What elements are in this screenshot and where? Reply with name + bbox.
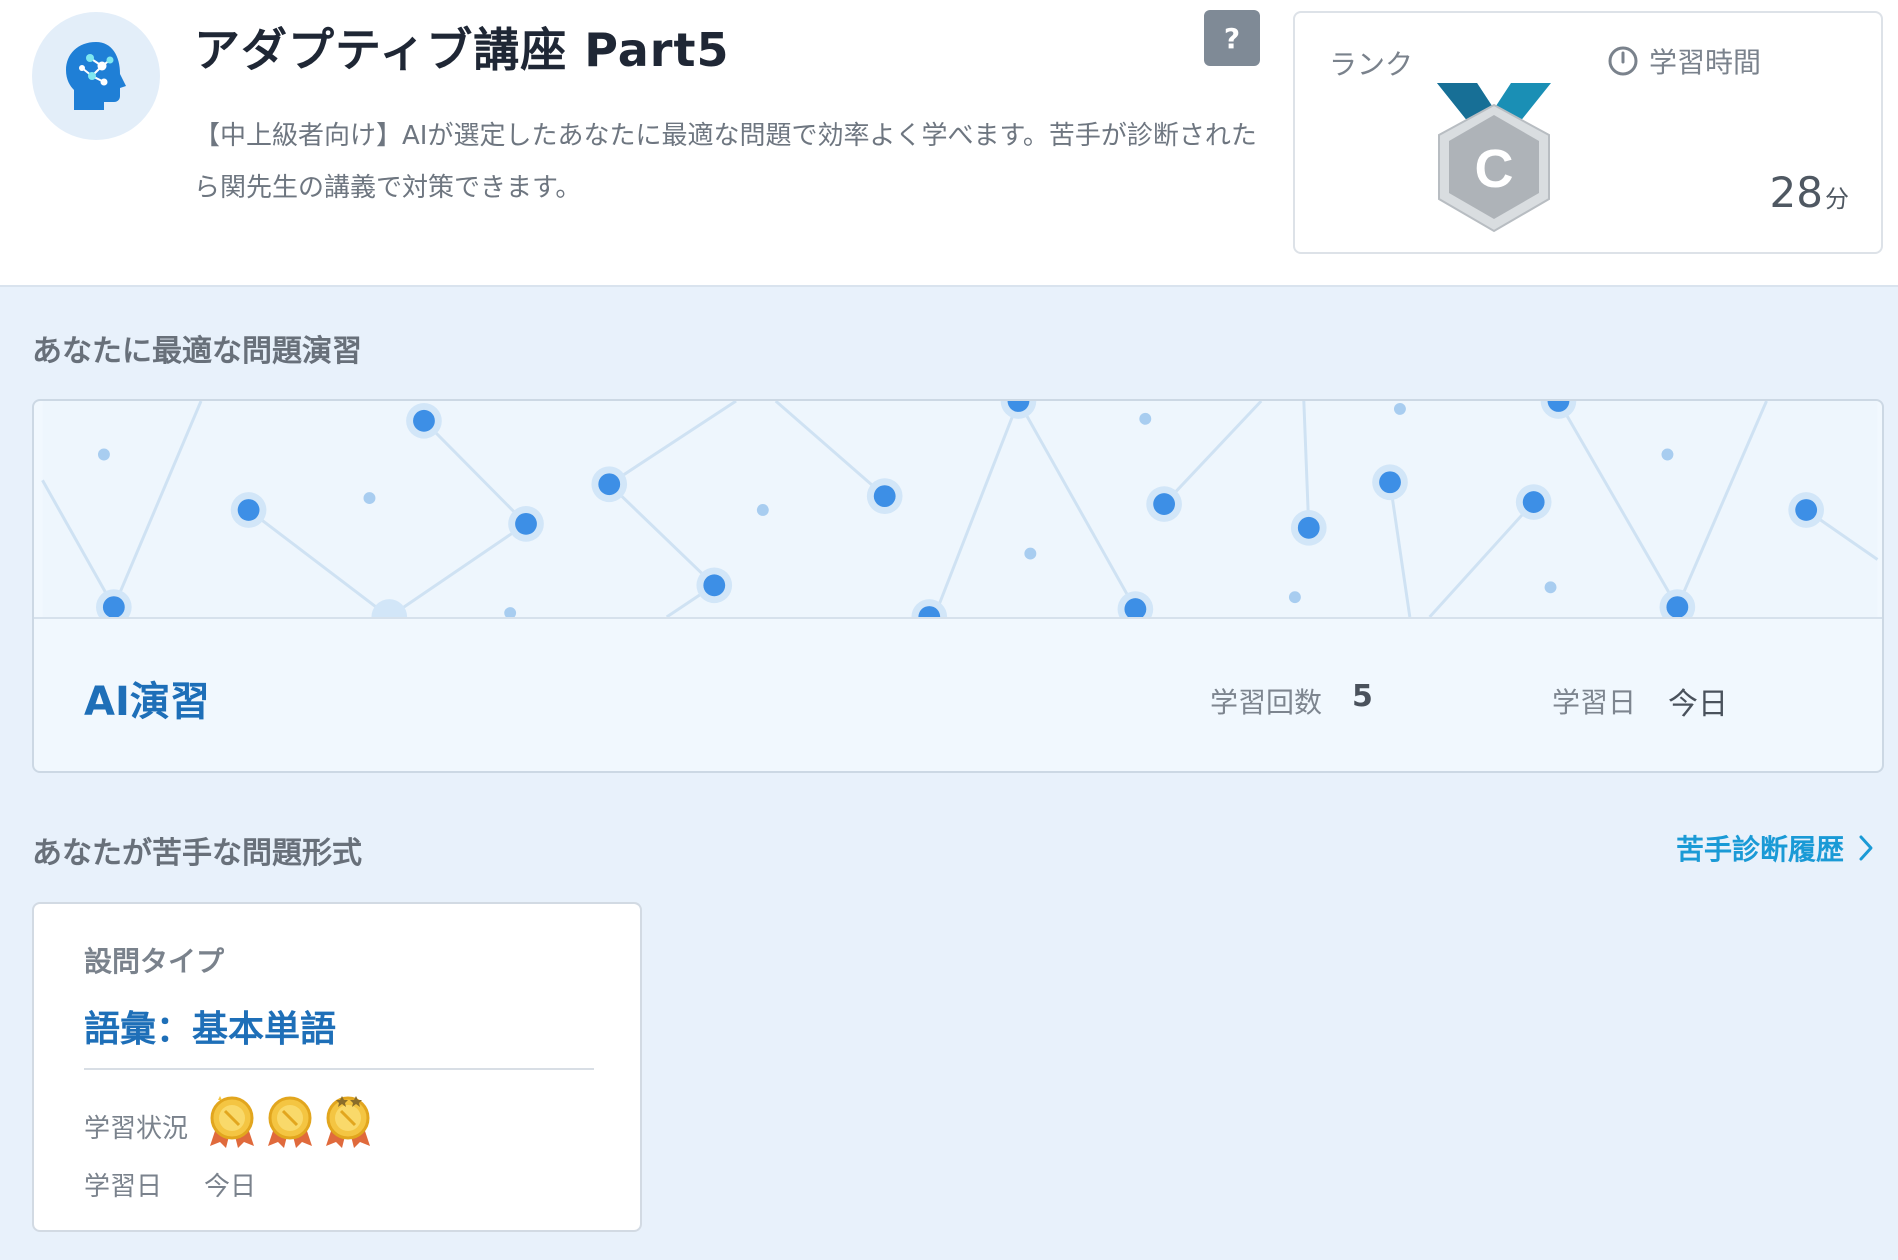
weak-section-title: あなたが苦手な問題形式 bbox=[32, 836, 362, 871]
study-time-label: 学習時間 bbox=[1607, 41, 1761, 81]
study-time-unit: 分 bbox=[1825, 185, 1849, 213]
weak-study-date-label: 学習日 bbox=[84, 1172, 163, 1202]
medal-row bbox=[206, 1094, 374, 1150]
ai-practice-title: AI演習 bbox=[84, 679, 210, 725]
course-title: アダプティブ講座 Part5 bbox=[194, 23, 730, 77]
course-header: アダプティブ講座 Part5 【中上級者向け】AIが選定したあなたに最適な問題で… bbox=[0, 0, 1898, 287]
course-description: 【中上級者向け】AIが選定したあなたに最適な問題で効率よく学べます。苦手が診断さ… bbox=[194, 121, 1257, 203]
gold-medal-icon bbox=[210, 1096, 254, 1148]
weak-type-card[interactable]: 設問タイプ 語彙：基本単語 学習状況 学習日 今日 bbox=[32, 902, 642, 1232]
weakness-history-label: 苦手診断履歴 bbox=[1676, 833, 1845, 866]
study-count-label: 学習回数 bbox=[1210, 686, 1323, 719]
study-date-value: 今日 bbox=[1668, 687, 1728, 722]
rank-badge-icon: C bbox=[1435, 83, 1553, 243]
weakness-history-link[interactable]: 苦手診断履歴 bbox=[1676, 828, 1874, 868]
study-time-value: 28分 bbox=[1770, 168, 1849, 217]
network-background bbox=[34, 401, 1882, 619]
stats-panel: ランク C 学習時間 28分 bbox=[1293, 11, 1883, 254]
chevron-right-icon bbox=[1859, 835, 1873, 861]
study-time-number: 28 bbox=[1769, 168, 1823, 217]
question-type-label: 設問タイプ bbox=[84, 945, 225, 978]
card-divider bbox=[84, 1068, 594, 1070]
study-status-label: 学習状況 bbox=[84, 1114, 189, 1144]
gold-medal-icon bbox=[268, 1096, 312, 1148]
question-type-value: 語彙：基本単語 bbox=[84, 1009, 337, 1050]
study-count-value: 5 bbox=[1352, 679, 1373, 714]
help-button[interactable]: ? bbox=[1204, 10, 1260, 66]
gold-medal-icon bbox=[326, 1096, 370, 1148]
study-time-label-text: 学習時間 bbox=[1649, 46, 1762, 79]
clock-icon bbox=[1608, 46, 1638, 76]
weak-study-date-value: 今日 bbox=[204, 1172, 257, 1202]
optimal-section-title: あなたに最適な問題演習 bbox=[32, 334, 362, 369]
rank-label: ランク bbox=[1329, 48, 1414, 81]
study-date-label: 学習日 bbox=[1552, 686, 1637, 719]
brain-head-icon bbox=[32, 12, 160, 140]
ai-practice-card[interactable]: AI演習 学習回数 5 学習日 今日 bbox=[32, 399, 1884, 773]
rank-letter: C bbox=[1475, 139, 1514, 199]
